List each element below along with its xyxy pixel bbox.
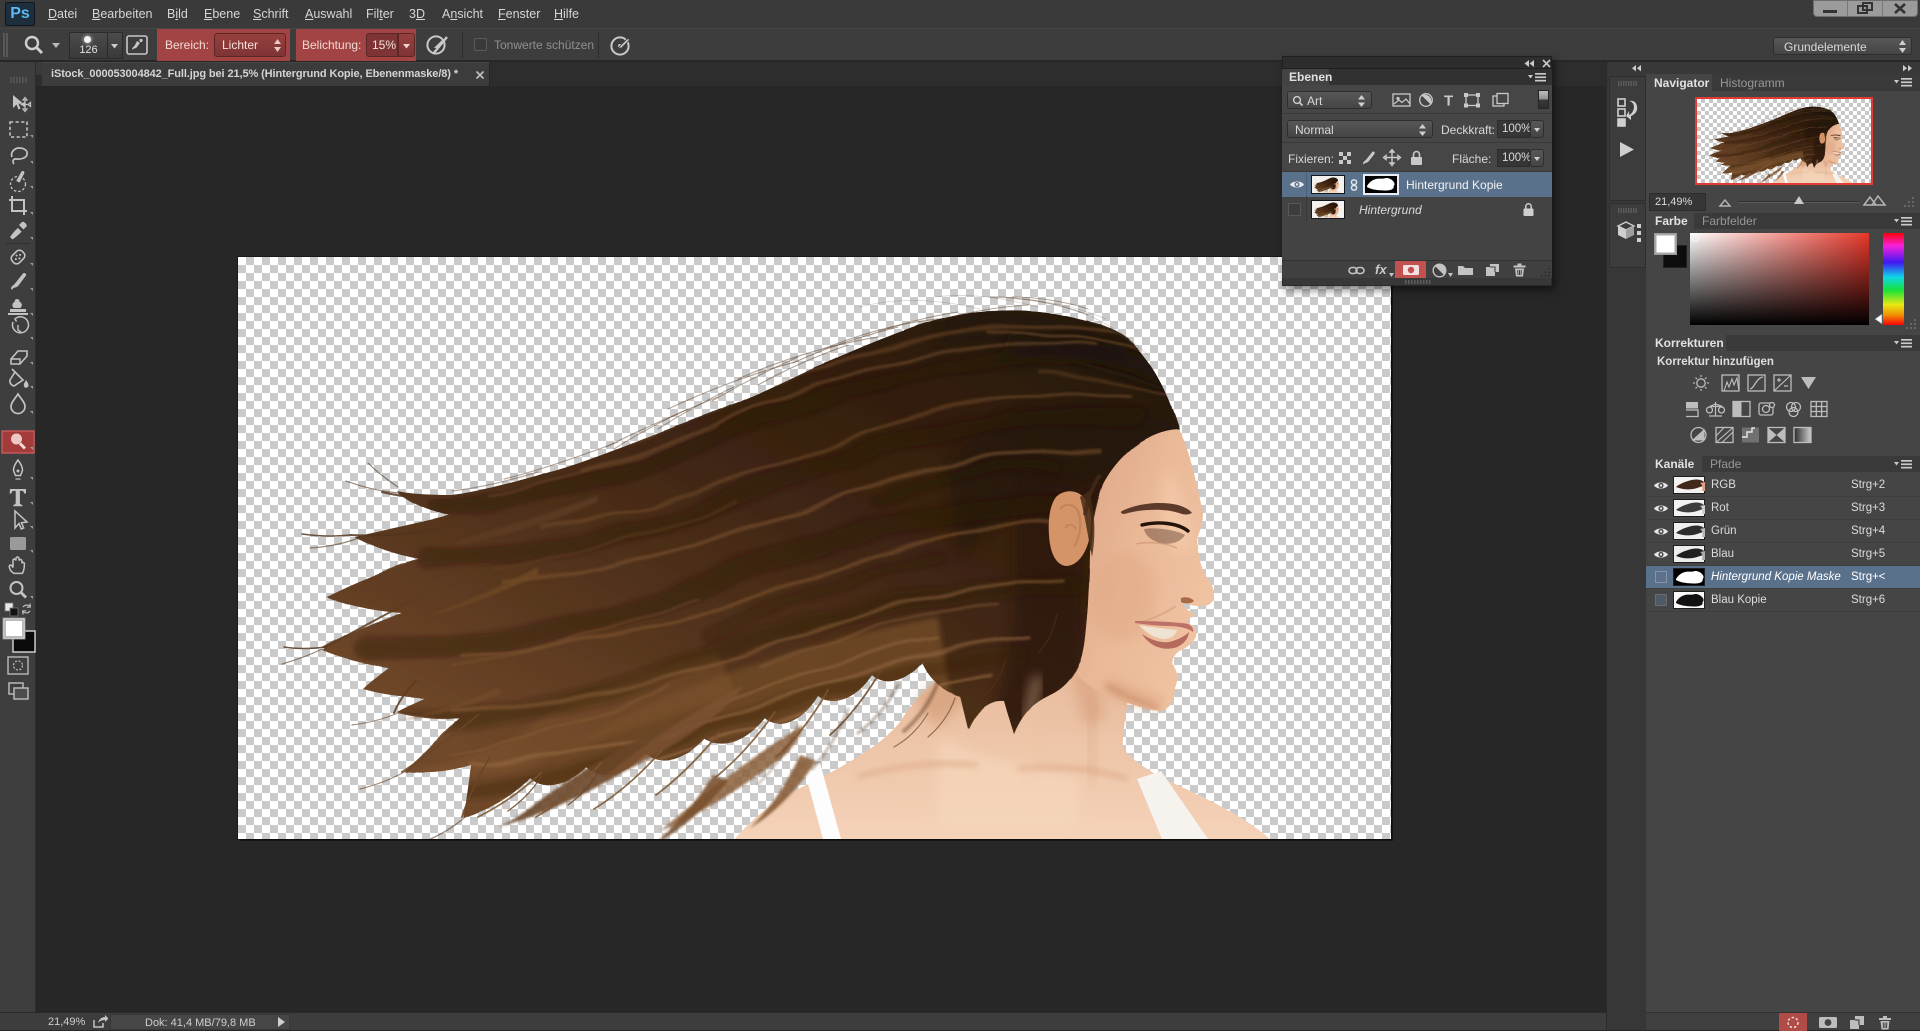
svg-text:T: T [1444, 93, 1453, 109]
